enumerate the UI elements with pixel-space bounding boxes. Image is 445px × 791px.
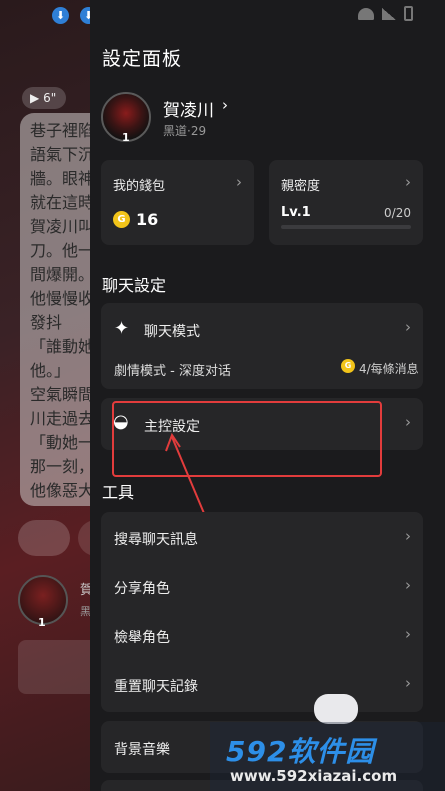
tool-label: 檢舉角色 (114, 630, 170, 646)
rewind-button[interactable] (18, 520, 70, 556)
tool-label: 搜尋聊天訊息 (114, 532, 198, 548)
intimacy-label: 親密度 (281, 179, 321, 194)
chevron-right-icon: › (236, 173, 242, 191)
profile-subtitle: 黑道·29 (163, 124, 207, 138)
chevron-right-icon: › (405, 674, 411, 692)
battery-icon (404, 6, 413, 21)
chat-mode-label: 聊天模式 (144, 324, 200, 340)
avatar-level: 1 (38, 616, 46, 629)
intimacy-progress-bar (281, 225, 411, 229)
play-icon: ▶ (30, 91, 40, 105)
tool-label: 分享角色 (114, 581, 170, 597)
tool-row-report[interactable]: 檢舉角色 › (101, 612, 423, 660)
profile-name: 賀凌川 (163, 101, 214, 121)
sparkle-icon: ✦ (114, 318, 130, 339)
voice-duration: 6" (43, 91, 57, 105)
tool-label: 重置聊天記錄 (114, 679, 198, 695)
watermark: 592软件园 www.592xiazai.com (210, 722, 445, 791)
section-heading-chat: 聊天設定 (102, 276, 167, 295)
coin-icon: G (341, 359, 355, 373)
profile-row[interactable]: 1 賀凌川 › 黑道·29 (101, 92, 351, 144)
chevron-right-icon: › (405, 318, 411, 336)
screen: ⬇ ⬇ ▶ 6" 巷子裡陷 語氣下沉 牆。眼神 就在這時 賀凌川叫 刀。他一 間… (0, 0, 445, 791)
avatar-level: 1 (122, 131, 130, 144)
chevron-right-icon: › (405, 576, 411, 594)
tools-card: 搜尋聊天訊息 › 分享角色 › 檢舉角色 › 重置聊天記錄 › (101, 512, 423, 712)
watermark-logo: 592软件园 (226, 735, 375, 768)
chevron-right-icon: › (405, 625, 411, 643)
gamepad-icon (314, 694, 358, 724)
tool-row-share[interactable]: 分享角色 › (101, 563, 423, 611)
wifi-icon (358, 7, 374, 20)
download-icon: ⬇ (52, 7, 69, 24)
voice-duration-pill[interactable]: ▶ 6" (22, 87, 66, 109)
page-title: 設定面板 (102, 48, 183, 70)
status-icons (358, 6, 413, 21)
background-music-label: 背景音樂 (114, 742, 170, 758)
wallet-label: 我的錢包 (113, 179, 166, 194)
signal-icon (382, 7, 396, 20)
tool-row-reset[interactable]: 重置聊天記錄 › (101, 661, 423, 709)
chat-mode-value: 劇情模式 - 深度对话 (114, 364, 231, 379)
chevron-right-icon: › (405, 413, 411, 431)
chevron-right-icon: › (222, 96, 228, 114)
settings-panel: 設定面板 1 賀凌川 › 黑道·29 我的錢包 › G 16 親密度 › Lv.… (90, 0, 445, 791)
intimacy-card[interactable]: 親密度 › Lv.1 0/20 (269, 160, 423, 245)
chevron-right-icon: › (405, 173, 411, 191)
chat-mode-card[interactable]: ✦ 聊天模式 › 劇情模式 - 深度对话 G 4/每條消息 (101, 303, 423, 389)
coin-icon: G (113, 211, 130, 228)
avatar[interactable]: 1 (101, 92, 151, 144)
wallet-card[interactable]: 我的錢包 › G 16 (101, 160, 254, 245)
section-heading-tools: 工具 (102, 483, 135, 502)
chevron-right-icon: › (405, 527, 411, 545)
tool-row-search[interactable]: 搜尋聊天訊息 › (101, 514, 423, 562)
intimacy-level: Lv.1 (281, 205, 311, 220)
intimacy-progress-text: 0/20 (384, 206, 411, 220)
watermark-url: www.592xiazai.com (230, 767, 398, 785)
wallet-amount: 16 (136, 210, 159, 229)
message-cost: 4/每條消息 (359, 362, 419, 376)
